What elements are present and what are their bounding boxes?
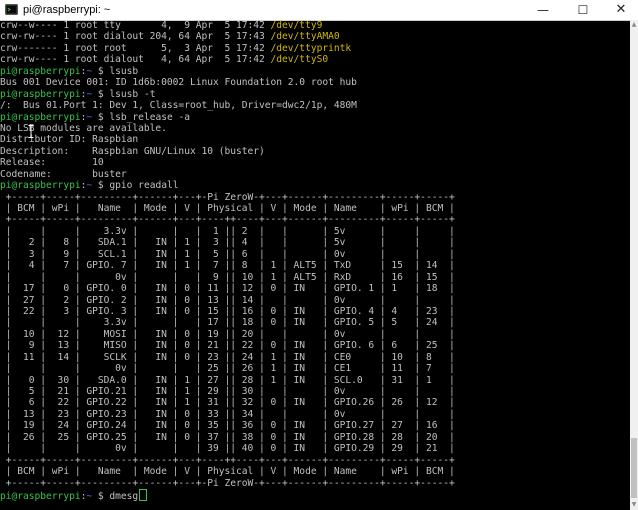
prompt-user: pi@raspberrypi (0, 180, 81, 192)
output-line: No LSB modules are available. (0, 122, 167, 134)
device-path: /dev/ttyprintk (270, 42, 352, 54)
gpio-table-row: | BCM | wPi | Name | Mode | V | Physical… (0, 203, 455, 214)
gpio-table-row: | 0 | 30 | SDA.0 | IN | 1 | 27 || 28 | 1… (0, 374, 455, 386)
output-line: Bus 001 Device 001: ID 1d6b:0002 Linux F… (0, 77, 357, 89)
gpio-table-row: | 22 | 3 | GPIO. 3 | IN | 0 | 15 || 16 |… (0, 305, 455, 317)
prompt-user: pi@raspberrypi (0, 111, 81, 123)
close-icon: ✕ (615, 2, 627, 17)
gpio-table-row: +-----+-----+---------+------+---+----++… (0, 454, 455, 466)
device-path: /dev/tty9 (270, 20, 323, 31)
scroll-down-arrow-icon[interactable]: ▼ (630, 500, 638, 510)
gpio-table-row: | 5 | 21 | GPIO.21 | IN | 1 | 29 || 30 |… (0, 386, 455, 397)
gpio-table-row: | | | 0v | | | 39 || 40 | 0 | IN | GPIO.… (0, 443, 455, 455)
ls-line: crw-rw---- 1 root dialout 4, 64 Apr 5 17… (0, 54, 329, 66)
maximize-icon: ☐ (577, 3, 589, 17)
title-bar[interactable]: pi@raspberrypi: ~ — ☐ ✕ (0, 0, 638, 21)
gpio-table-row: +-----+-----+---------+------+---+-Pi Ze… (0, 477, 455, 489)
gpio-table-row: | 13 | 23 | GPIO.23 | IN | 0 | 33 || 34 … (0, 408, 455, 420)
gpio-table-row: | | | 0v | | | 9 || 10 | 1 | ALT5 | RxD … (0, 271, 455, 283)
text-cursor (139, 488, 148, 501)
minimize-icon: — (537, 3, 549, 17)
command-text: gpio readall (109, 180, 179, 192)
output-line: Description: Raspbian GNU/Linux 10 (bust… (0, 145, 265, 157)
gpio-table-row: +-----+-----+---------+------+---+----++… (0, 214, 455, 226)
device-path: /dev/ttyS0 (270, 54, 329, 66)
maximize-button[interactable]: ☐ (566, 0, 600, 20)
gpio-table: +-----+-----+---------+------+---+-Pi Ze… (0, 192, 628, 489)
mouse-ibeam-cursor-icon (28, 125, 34, 138)
gpio-table-row: | | | 0v | | | 25 || 26 | 1 | IN | CE1 |… (0, 363, 455, 375)
ls-line: crw-rw---- 1 root dialout 204, 64 Apr 5 … (0, 31, 340, 43)
window-title: pi@raspberrypi: ~ (23, 4, 111, 16)
device-path: /dev/ttyAMA0 (270, 31, 340, 43)
minimize-button[interactable]: — (526, 0, 560, 20)
command-text: lsusb -t (109, 88, 156, 100)
prompt-user: pi@raspberrypi (0, 490, 81, 502)
gpio-table-row: +-----+-----+---------+------+---+-Pi Ze… (0, 191, 455, 203)
close-button[interactable]: ✕ (604, 0, 638, 20)
prompt-user: pi@raspberrypi (0, 65, 81, 77)
ls-line: crw--w---- 1 root tty 4, 9 Apr 5 17:42 /… (0, 20, 323, 31)
gpio-table-row: | 3 | 9 | SCL.1 | IN | 1 | 5 || 6 | | | … (0, 248, 455, 260)
gpio-table-row: | BCM | wPi | Name | Mode | V | Physical… (0, 466, 455, 478)
output-line: Codename: buster (0, 168, 127, 180)
command-text: lsusb (109, 65, 139, 77)
gpio-table-row: | | | 3.3v | | | 17 || 18 | 0 | IN | GPI… (0, 317, 455, 329)
gpio-table-row: | 2 | 8 | SDA.1 | IN | 1 | 3 || 4 | | | … (0, 237, 455, 249)
gpio-table-row: | 17 | 0 | GPIO. 0 | IN | 0 | 11 || 12 |… (0, 283, 455, 295)
command-text: dmesg (109, 490, 139, 502)
prompt-line: pi@raspberrypi:~ $ gpio readall (0, 180, 179, 192)
command-text: lsb_release -a (109, 111, 190, 123)
scroll-up-arrow-icon[interactable]: ▲ (630, 20, 638, 30)
prompt-line: pi@raspberrypi:~ $ lsusb (0, 65, 139, 77)
output-line: Release: 10 (0, 157, 104, 169)
output-line: Distributor ID: Raspbian (0, 134, 139, 146)
gpio-table-row: | 11 | 14 | SCLK | IN | 0 | 23 || 24 | 1… (0, 351, 455, 363)
gpio-table-row: | 4 | 7 | GPIO. 7 | IN | 1 | 7 || 8 | 1 … (0, 260, 455, 272)
gpio-table-row: | 9 | 13 | MISO | IN | 0 | 21 || 22 | 0 … (0, 340, 455, 352)
gpio-table-row: | 26 | 25 | GPIO.25 | IN | 0 | 37 || 38 … (0, 431, 455, 443)
terminal-output[interactable]: crw--w---- 1 root tty 4, 9 Apr 5 17:42 /… (0, 20, 628, 510)
gpio-table-row: | | | 3.3v | | | 1 || 2 | | | 5v | | | (0, 225, 455, 237)
prompt-user: pi@raspberrypi (0, 88, 81, 100)
terminal-app-icon (5, 4, 18, 15)
gpio-table-row: | 10 | 12 | MOSI | IN | 0 | 19 || 20 | |… (0, 328, 455, 340)
ls-line: crw------- 1 root root 5, 3 Apr 5 17:42 … (0, 42, 352, 54)
prompt-line: pi@raspberrypi:~ $ lsb_release -a (0, 111, 190, 123)
output-line: /: Bus 01.Port 1: Dev 1, Class=root_hub,… (0, 100, 357, 112)
prompt-line: pi@raspberrypi:~ $ dmesg (0, 488, 628, 502)
terminal-window: pi@raspberrypi: ~ — ☐ ✕ crw--w---- 1 roo… (0, 0, 638, 510)
gpio-table-row: | 6 | 22 | GPIO.22 | IN | 1 | 31 || 32 |… (0, 397, 455, 409)
gpio-table-row: | 19 | 24 | GPIO.24 | IN | 0 | 35 || 36 … (0, 420, 455, 432)
gpio-table-row: | 27 | 2 | GPIO. 2 | IN | 0 | 13 || 14 |… (0, 294, 455, 306)
scrollbar-thumb[interactable] (631, 438, 637, 498)
prompt-line: pi@raspberrypi:~ $ lsusb -t (0, 88, 156, 100)
vertical-scrollbar[interactable]: ▲ ▼ (630, 20, 638, 510)
